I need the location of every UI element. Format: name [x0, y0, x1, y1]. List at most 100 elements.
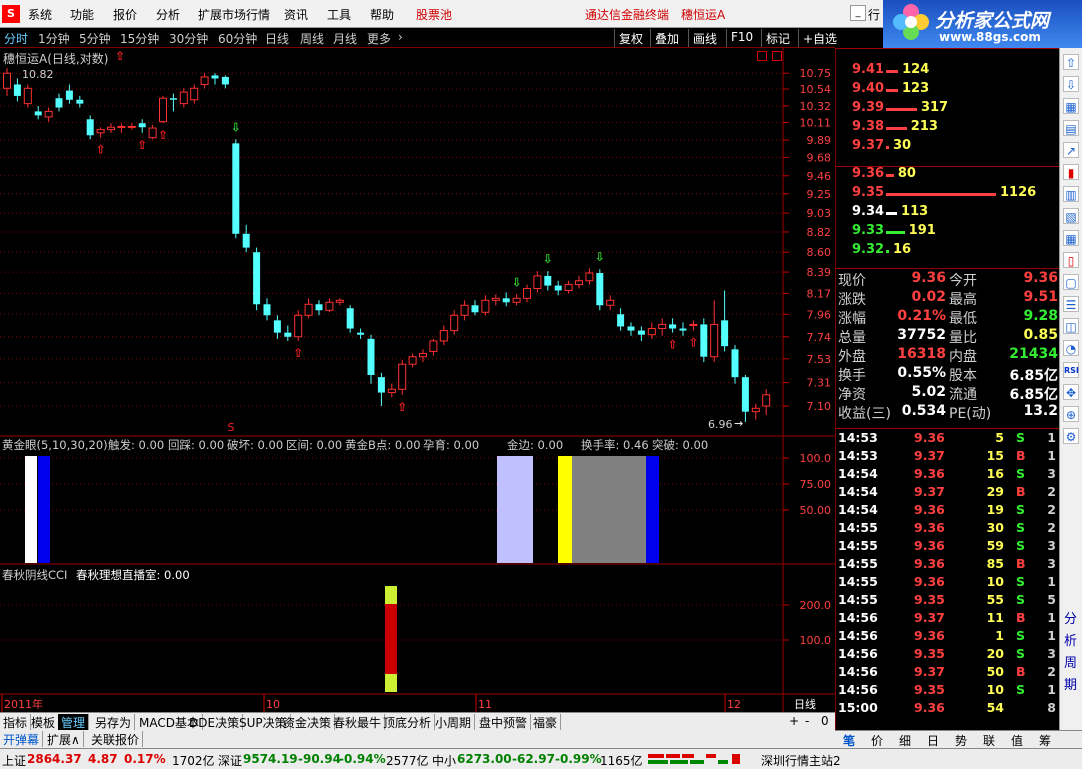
right-tab-4[interactable]: 势 [949, 732, 973, 749]
indicator-tab-7[interactable]: 资金决策 [280, 714, 336, 730]
add-watchlist-button[interactable]: +自选 [798, 29, 841, 47]
indicator-tab-2[interactable]: 管理 [58, 714, 90, 730]
server-status[interactable]: 深圳行情主站2 [761, 752, 841, 769]
right-tab-6[interactable]: 值 [1005, 732, 1029, 749]
indicator-tab-9[interactable]: 顶底分析 [380, 714, 436, 730]
ind1-signal-bar [646, 456, 659, 563]
ind1-axis-label: 75.00 [800, 478, 832, 491]
bid-volume: 113 [901, 204, 929, 219]
up-arrow-icon[interactable]: ⇧ [1063, 54, 1079, 70]
indicator-tab-3[interactable]: 另存为 [92, 714, 136, 730]
candle-icon[interactable]: ▮ [1063, 164, 1079, 180]
chart-area[interactable]: 10.75 10.54 10.32 10.11 9.89 9.68 9.46 9.25 9.03… [0, 48, 835, 712]
draw-button[interactable]: 画线 [688, 29, 721, 47]
f10-button[interactable]: F10 [726, 29, 757, 47]
candle-body-up [96, 129, 105, 134]
indicator2-name[interactable]: 春秋阴线CCI [2, 567, 67, 583]
volume-icon[interactable]: ▯ [1063, 252, 1079, 268]
menu-quote[interactable]: 报价 [113, 6, 137, 23]
indicator-tab-11[interactable]: 盘中预警 [476, 714, 532, 730]
candle-body-down [700, 324, 708, 357]
tick-volume: 50 [986, 664, 1004, 679]
rsi-icon[interactable]: RSI [1063, 362, 1079, 378]
indicator-tab-5[interactable]: DDE决策 [186, 714, 244, 730]
ask-volume-bar [886, 108, 917, 111]
quote-value: 0.02 [911, 289, 946, 305]
price-axis-label: 10.32 [800, 100, 832, 113]
indicator-tab-0[interactable]: 指标 [0, 714, 32, 730]
window-icon[interactable]: ▢ [1063, 274, 1079, 290]
menu-help[interactable]: 帮助 [370, 6, 394, 23]
indicator-tab-12[interactable]: 福豪 [530, 714, 562, 730]
settings-icon[interactable]: ⚙ [1063, 428, 1079, 444]
menu-system[interactable]: 系统 [28, 6, 52, 23]
tf-daily[interactable]: 日线 [265, 30, 289, 47]
menu-stock-pool[interactable]: 股票池 [416, 6, 452, 23]
tick-volume: 54 [986, 700, 1004, 715]
down-arrow-icon[interactable]: ⇩ [1063, 76, 1079, 92]
minimize-button[interactable]: _ [850, 5, 866, 21]
zoom-out-button[interactable]: - [805, 714, 809, 728]
menu-extended-market[interactable]: 扩展市场行情 [198, 6, 270, 23]
candle-body-down [253, 252, 261, 305]
bar-chart-icon[interactable]: ▥ [1063, 186, 1079, 202]
tick-count: 5 [1047, 592, 1056, 607]
pie-icon[interactable]: ◔ [1063, 340, 1079, 356]
indicator1-name[interactable]: 黄金眼(5,10,30,20) [2, 437, 108, 453]
tick-side: B [1016, 484, 1026, 499]
chart-close-icon[interactable] [772, 51, 782, 61]
right-tab-2[interactable]: 细 [893, 732, 917, 749]
tf-monthly[interactable]: 月线 [333, 30, 357, 47]
quote-label: 今开 [949, 273, 977, 289]
menu-info[interactable]: 资讯 [284, 6, 308, 23]
table-icon[interactable]: ▦ [1063, 230, 1079, 246]
candle-body-up [148, 127, 157, 139]
indicator-tab-8[interactable]: 春秋最牛 [330, 714, 386, 730]
move-icon[interactable]: ✥ [1063, 384, 1079, 400]
candle-body-down [211, 75, 219, 79]
list-icon[interactable]: ☰ [1063, 296, 1079, 312]
candle-body-up [751, 407, 760, 413]
menu-function[interactable]: 功能 [70, 6, 94, 23]
candle-body-down [55, 98, 63, 108]
indicator-tab-10[interactable]: 小周期 [432, 714, 476, 730]
tf-30min[interactable]: 30分钟 [169, 30, 208, 47]
zoom-reset-button[interactable]: 0 [821, 714, 829, 728]
right-tab-3[interactable]: 日 [921, 732, 945, 749]
overlay-button[interactable]: 叠加 [650, 29, 683, 47]
brand-banner: 分析家公式网 www.88gs.com [883, 0, 1082, 48]
chart-menu-icon[interactable] [757, 51, 767, 61]
right-tab-5[interactable]: 联 [977, 732, 1001, 749]
menu-analysis[interactable]: 分析 [156, 6, 180, 23]
adjust-button[interactable]: 复权 [614, 29, 647, 47]
mark-button[interactable]: 标记 [761, 29, 794, 47]
expand-button[interactable]: 扩展∧ [44, 731, 84, 747]
line-chart-icon[interactable]: ↗ [1063, 142, 1079, 158]
tf-intraday[interactable]: 分时 [4, 30, 28, 47]
stack-icon[interactable]: ▧ [1063, 208, 1079, 224]
tf-weekly[interactable]: 周线 [300, 30, 324, 47]
tf-15min[interactable]: 15分钟 [120, 30, 159, 47]
tf-more[interactable]: 更多 [367, 30, 391, 47]
related-quote-button[interactable]: 关联报价 [88, 731, 144, 747]
vtext-char-3: 期 [1064, 678, 1078, 693]
tf-1min[interactable]: 1分钟 [38, 30, 70, 47]
indicator-tab-1[interactable]: 模板 [28, 714, 60, 730]
zoom-in-button[interactable]: + [789, 714, 799, 728]
flower-logo-icon [893, 4, 929, 40]
layout-icon[interactable]: ◫ [1063, 318, 1079, 334]
right-tab-1[interactable]: 价 [865, 732, 889, 749]
right-tab-7[interactable]: 筹 [1033, 732, 1057, 749]
tf-60min[interactable]: 60分钟 [218, 30, 257, 47]
zoom-icon[interactable]: ⊕ [1063, 406, 1079, 422]
danmaku-button[interactable]: 开弹幕 [0, 731, 44, 747]
tick-side: S [1016, 430, 1026, 445]
chart-icon[interactable]: ▦ [1063, 98, 1079, 114]
ind1-signal-bar [38, 456, 50, 563]
menu-right-button[interactable]: 行 [868, 6, 880, 23]
chevron-right-icon[interactable]: › [398, 30, 403, 44]
right-tab-0[interactable]: 笔 [837, 732, 861, 749]
menu-tools[interactable]: 工具 [327, 6, 351, 23]
tf-5min[interactable]: 5分钟 [79, 30, 111, 47]
grid-icon[interactable]: ▤ [1063, 120, 1079, 136]
